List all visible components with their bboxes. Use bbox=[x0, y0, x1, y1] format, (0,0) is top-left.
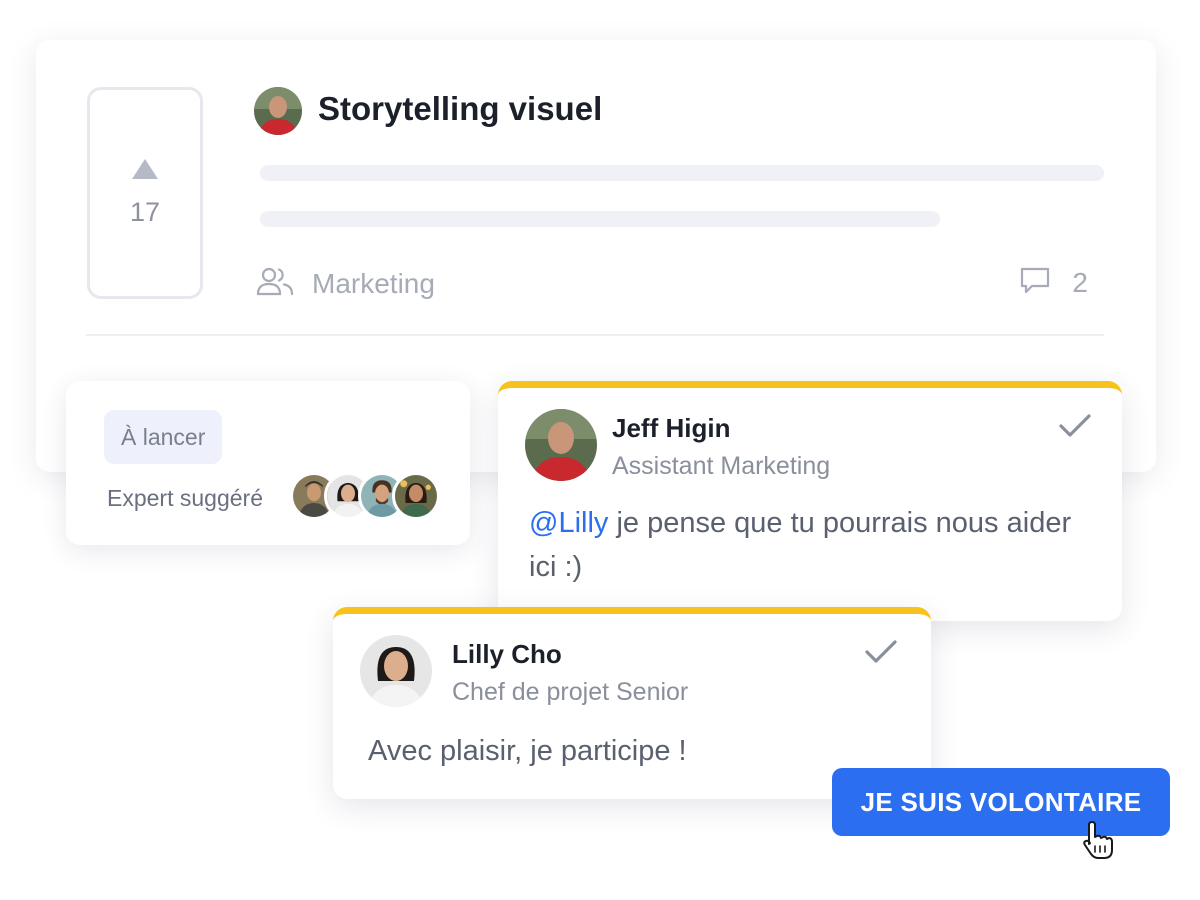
volunteer-button[interactable]: JE SUIS VOLONTAIRE bbox=[832, 768, 1170, 836]
status-card: À lancer Expert suggéré bbox=[66, 381, 470, 545]
suggested-expert-label: Expert suggéré bbox=[107, 485, 263, 511]
vote-count: 17 bbox=[129, 196, 161, 227]
comment-text: @Lilly je pense que tu pourrais nous aid… bbox=[529, 501, 1089, 589]
commenter-role: Assistant Marketing bbox=[612, 452, 831, 480]
comment-count-label: 2 bbox=[1072, 266, 1088, 298]
suggested-experts-avatars[interactable] bbox=[290, 472, 440, 520]
description-placeholder-line bbox=[260, 211, 940, 227]
team-label: Marketing bbox=[312, 267, 435, 299]
user-mention[interactable]: @Lilly bbox=[529, 507, 608, 539]
checkmark-icon[interactable] bbox=[1058, 412, 1092, 440]
upvote-arrow-icon bbox=[132, 158, 158, 179]
commenter-name: Jeff Higin bbox=[612, 413, 731, 443]
comment-message: je pense que tu pourrais nous aider ici … bbox=[529, 507, 1072, 583]
commenter-avatar bbox=[525, 409, 597, 481]
comments-count[interactable]: 2 bbox=[1020, 266, 1088, 299]
comment-bubble-icon bbox=[1020, 266, 1050, 299]
commenter-name: Lilly Cho bbox=[452, 639, 562, 669]
comment-card: Jeff Higin Assistant Marketing @Lilly je… bbox=[498, 381, 1122, 621]
expert-avatar[interactable] bbox=[392, 472, 440, 520]
status-badge[interactable]: À lancer bbox=[104, 410, 223, 464]
users-icon bbox=[256, 266, 294, 301]
commenter-avatar bbox=[360, 635, 432, 707]
description-placeholder-line bbox=[260, 165, 1104, 181]
comment-text: Avec plaisir, je participe ! bbox=[368, 735, 687, 767]
hand-pointer-icon bbox=[1082, 820, 1114, 860]
team-tag: Marketing bbox=[256, 266, 435, 301]
author-avatar bbox=[254, 87, 302, 135]
upvote-button[interactable]: 17 bbox=[87, 87, 203, 299]
commenter-role: Chef de projet Senior bbox=[452, 678, 689, 706]
checkmark-icon[interactable] bbox=[864, 638, 898, 666]
divider bbox=[86, 334, 1104, 336]
idea-title: Storytelling visuel bbox=[318, 90, 603, 127]
